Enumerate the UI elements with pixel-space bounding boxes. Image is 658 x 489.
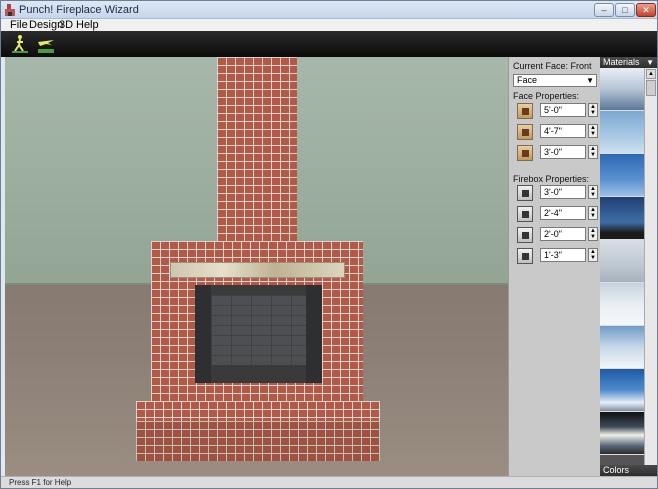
materials-header-label: Materials: [603, 57, 640, 67]
firebox-height-input[interactable]: 2'-4": [540, 206, 586, 220]
materials-panel: Materials ▼ ▲ Colors: [600, 57, 657, 476]
status-bar: Press F1 for Help: [1, 476, 657, 488]
face-depth-input[interactable]: 3'-0": [540, 145, 586, 159]
3d-viewport[interactable]: [5, 57, 508, 476]
face-select[interactable]: Face ▼: [513, 74, 597, 87]
face-width-icon: [517, 103, 533, 119]
material-swatch[interactable]: [600, 283, 644, 326]
face-depth-icon: [517, 145, 533, 161]
close-button[interactable]: ✕: [636, 3, 656, 17]
menu-3d[interactable]: 3D: [59, 19, 73, 31]
material-swatch[interactable]: [600, 154, 644, 197]
firebox-width-icon: [517, 185, 533, 201]
walk-through-button[interactable]: [9, 34, 31, 54]
firebox-opening[interactable]: [195, 285, 322, 383]
firebox-depth-spinner[interactable]: ▲ ▼: [588, 227, 598, 241]
window-title: Punch! Fireplace Wizard: [19, 4, 139, 16]
firebox-right-side: [306, 285, 322, 383]
stone-mantel[interactable]: [170, 262, 345, 278]
colors-tab[interactable]: Colors: [600, 465, 657, 476]
firebox-width-input[interactable]: 3'-0": [540, 185, 586, 199]
material-swatch[interactable]: [600, 68, 644, 111]
firebox-depth-input[interactable]: 2'-0": [540, 227, 586, 241]
face-depth-row: 3'-0" ▲ ▼: [513, 145, 599, 161]
fly-over-icon: [38, 40, 54, 53]
face-properties-label: Face Properties:: [513, 91, 580, 101]
firebox-depth-icon: [517, 227, 533, 243]
firebox-height-row: 2'-4" ▲ ▼: [513, 206, 599, 222]
face-height-row: 4'-7" ▲ ▼: [513, 124, 599, 140]
fireplace-app-icon: [5, 4, 15, 16]
title-bar: Punch! Fireplace Wizard – □ ✕: [1, 1, 657, 19]
menu-help[interactable]: Help: [76, 19, 99, 31]
material-swatch[interactable]: [600, 326, 644, 369]
walk-through-icon: [12, 35, 28, 53]
maximize-button[interactable]: □: [615, 3, 635, 17]
firebox-width-row: 3'-0" ▲ ▼: [513, 185, 599, 201]
menu-file[interactable]: File: [10, 19, 28, 31]
face-width-input[interactable]: 5'-0": [540, 103, 586, 117]
material-swatch[interactable]: [600, 111, 644, 154]
face-width-row: 5'-0" ▲ ▼: [513, 103, 599, 119]
firebox-width-spinner[interactable]: ▲ ▼: [588, 185, 598, 199]
toolbar: [1, 31, 657, 57]
materials-scrollbar[interactable]: ▲: [644, 68, 657, 465]
face-select-value: Face: [517, 75, 538, 85]
firebox-elevation-row: 1'-3" ▲ ▼: [513, 248, 599, 264]
firebox-height-icon: [517, 206, 533, 222]
current-face-label: Current Face: Front: [513, 61, 592, 71]
firebox-depth-row: 2'-0" ▲ ▼: [513, 227, 599, 243]
firebox-back-wall: [211, 295, 306, 365]
hearth-front: [136, 421, 380, 461]
menu-bar: File Design 3D Help: [1, 19, 657, 31]
face-height-icon: [517, 124, 533, 140]
scroll-up-icon[interactable]: ▲: [646, 69, 656, 79]
material-swatch[interactable]: [600, 369, 644, 412]
firebox-height-spinner[interactable]: ▲ ▼: [588, 206, 598, 220]
face-height-input[interactable]: 4'-7": [540, 124, 586, 138]
scrollbar-thumb[interactable]: [646, 80, 656, 96]
firebox-elevation-icon: [517, 248, 533, 264]
materials-header[interactable]: Materials ▼: [600, 57, 657, 68]
firebox-properties-label: Firebox Properties:: [513, 174, 590, 184]
dropdown-arrow-icon: ▼: [646, 58, 654, 67]
dropdown-arrow-icon: ▼: [586, 76, 594, 85]
material-swatch[interactable]: [600, 197, 644, 240]
firebox-left-side: [195, 285, 211, 383]
firebox-elevation-spinner[interactable]: ▲ ▼: [588, 248, 598, 262]
status-text: Press F1 for Help: [9, 478, 72, 487]
properties-panel: Current Face: Front Face ▼ Face Properti…: [508, 57, 600, 476]
firebox-elevation-input[interactable]: 1'-3": [540, 248, 586, 262]
chimney[interactable]: [217, 57, 297, 243]
material-swatch[interactable]: [600, 240, 644, 283]
app-window: Punch! Fireplace Wizard – □ ✕ File Desig…: [0, 0, 658, 489]
face-width-spinner[interactable]: ▲ ▼: [588, 103, 598, 117]
face-depth-spinner[interactable]: ▲ ▼: [588, 145, 598, 159]
fly-over-button[interactable]: [35, 34, 57, 54]
face-height-spinner[interactable]: ▲ ▼: [588, 124, 598, 138]
material-swatch[interactable]: [600, 412, 644, 455]
minimize-button[interactable]: –: [594, 3, 614, 17]
